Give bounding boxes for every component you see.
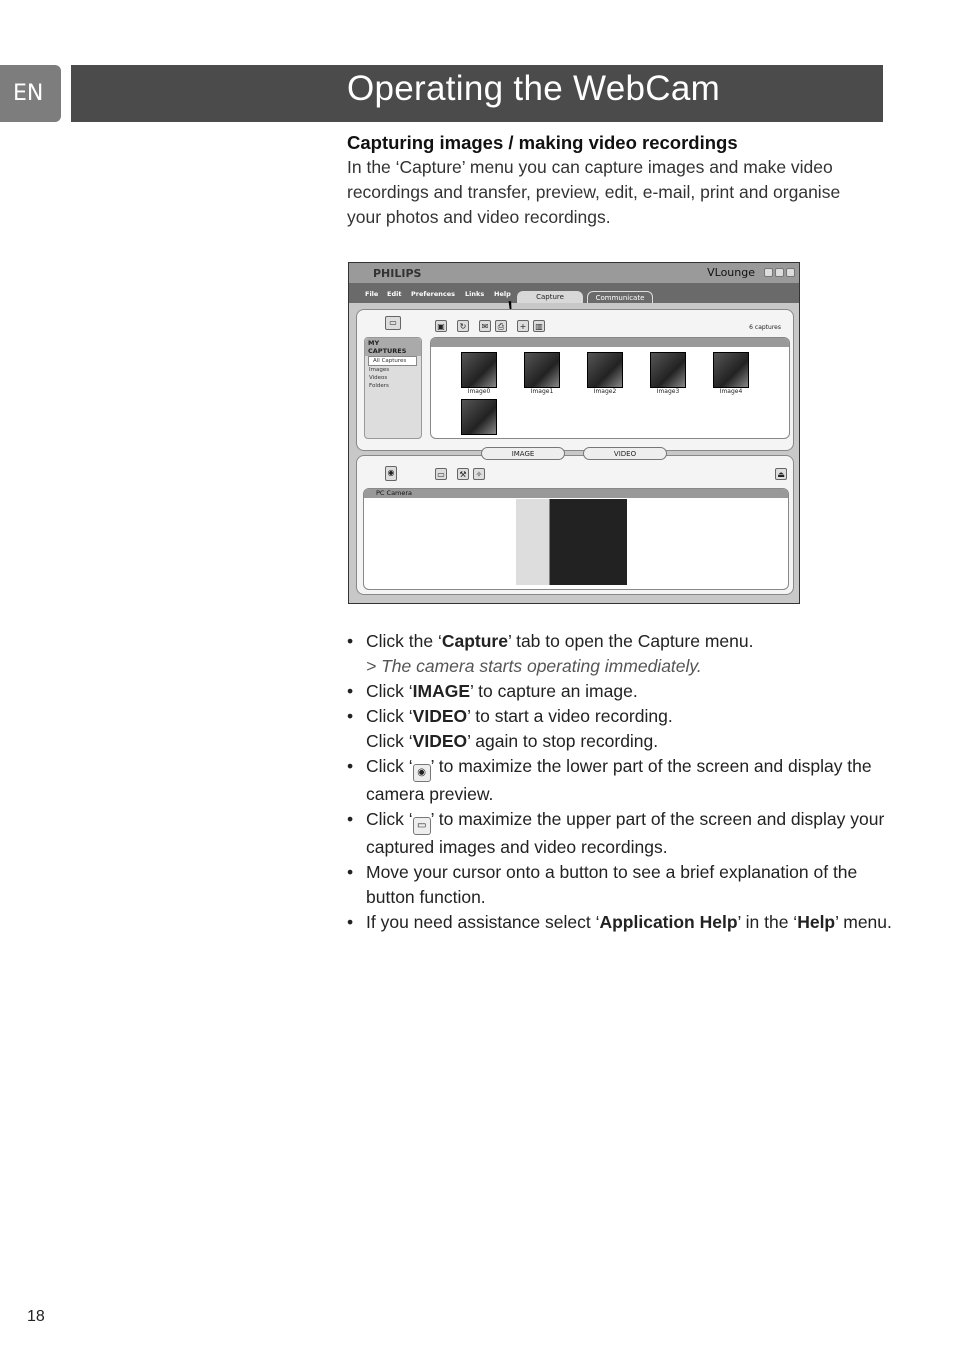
rotate-icon: ↻ bbox=[457, 320, 469, 332]
menu-bar: File Edit Preferences Links Help Capture… bbox=[349, 283, 799, 325]
effects-icon: ✧ bbox=[473, 468, 485, 480]
thumbnail bbox=[461, 399, 497, 435]
captures-count: 6 captures bbox=[749, 324, 781, 331]
sidebar-header: MY CAPTURES bbox=[365, 338, 421, 356]
language-tab: EN bbox=[0, 65, 61, 122]
camera-icon: ◉ bbox=[385, 466, 397, 481]
list-item: Click ‘VIDEO’ again to stop recording. bbox=[366, 731, 659, 751]
thumbnail: Image0 bbox=[461, 352, 497, 395]
image-button: IMAGE bbox=[481, 447, 565, 460]
list-item: Click ‘VIDEO’ to start a video recording… bbox=[347, 704, 907, 729]
monitor-icon: ▭ bbox=[385, 316, 401, 330]
thumbnail: Image4 bbox=[713, 352, 749, 395]
app-titlebar: PHILIPS VLounge bbox=[349, 263, 799, 283]
camera-preview: PC Camera bbox=[363, 488, 789, 590]
thumbnail-label: Image2 bbox=[593, 388, 617, 395]
list-item: If you need assistance select ‘Applicati… bbox=[347, 910, 907, 935]
tab-communicate: Communicate bbox=[587, 291, 653, 303]
philips-logo: PHILIPS bbox=[373, 267, 422, 280]
intro-paragraph: In the ‘Capture’ menu you can capture im… bbox=[347, 157, 841, 227]
minimize-icon bbox=[764, 268, 773, 277]
my-captures-sidebar: MY CAPTURES All Captures Images Videos F… bbox=[364, 337, 422, 439]
thumbnail: Image2 bbox=[587, 352, 623, 395]
preview-icon: ▣ bbox=[435, 320, 447, 332]
grid-header bbox=[431, 338, 789, 347]
captures-panel: ▭ ▣ ↻ ✉ ⎙ + ▥ 6 captures MY CAPTURES All… bbox=[356, 309, 794, 451]
tab-capture: Capture bbox=[517, 291, 583, 303]
camera-header: PC Camera bbox=[364, 489, 788, 498]
thumbnail-label: Image1 bbox=[530, 388, 554, 395]
camera-panel: ◉ ▭ ⚒ ✧ ⏏ PC Camera bbox=[356, 455, 794, 595]
list-item-note: > The camera starts operating immediatel… bbox=[366, 656, 702, 676]
thumbnail-label: Image0 bbox=[467, 388, 491, 395]
vlounge-screenshot: PHILIPS VLounge File Edit Preferences Li… bbox=[348, 262, 800, 604]
settings-wrench-icon: ⚒ bbox=[457, 468, 469, 480]
window-controls bbox=[764, 268, 795, 277]
trash-icon: ▥ bbox=[533, 320, 545, 332]
close-icon bbox=[786, 268, 795, 277]
print-icon: ⎙ bbox=[495, 320, 507, 332]
menu-preferences: Preferences bbox=[411, 290, 455, 298]
video-button: VIDEO bbox=[583, 447, 667, 460]
menu-edit: Edit bbox=[387, 290, 402, 298]
monitor-icon: ▭ bbox=[412, 817, 431, 835]
thumbnail: Image1 bbox=[524, 352, 560, 395]
list-item: Move your cursor onto a button to see a … bbox=[347, 860, 907, 910]
thumbnail-label: Image3 bbox=[656, 388, 680, 395]
eject-icon: ⏏ bbox=[775, 468, 787, 480]
captures-grid: Image0 Image1 Image2 Image3 Image4 bbox=[430, 337, 790, 439]
camera-icon: ◉ bbox=[412, 764, 431, 782]
list-item: Click ‘◉’ to maximize the lower part of … bbox=[347, 754, 907, 807]
window-title: VLounge bbox=[707, 266, 755, 279]
list-item: Click ‘▭’ to maximize the upper part of … bbox=[347, 807, 907, 860]
sidebar-item-folders: Folders bbox=[369, 383, 389, 389]
sidebar-item-images: Images bbox=[369, 367, 390, 373]
monitor-small-icon: ▭ bbox=[435, 468, 447, 480]
list-item: Click ‘IMAGE’ to capture an image. bbox=[347, 679, 907, 704]
menu-links: Links bbox=[465, 290, 485, 298]
maximize-icon bbox=[775, 268, 784, 277]
thumbnail: Image3 bbox=[650, 352, 686, 395]
section-heading: Capturing images / making video recordin… bbox=[347, 132, 738, 153]
list-item: Click the ‘Capture’ tab to open the Capt… bbox=[347, 629, 907, 654]
menu-file: File bbox=[365, 290, 379, 298]
page-number: 18 bbox=[27, 1308, 45, 1325]
page-title: Operating the WebCam bbox=[347, 69, 721, 108]
instruction-list: Click the ‘Capture’ tab to open the Capt… bbox=[347, 629, 907, 935]
email-icon: ✉ bbox=[479, 320, 491, 332]
camera-image bbox=[516, 499, 627, 585]
sidebar-item-all-captures: All Captures bbox=[368, 356, 417, 366]
thumbnail-label: Image4 bbox=[719, 388, 743, 395]
title-bar: Operating the WebCam bbox=[71, 65, 883, 122]
new-folder-icon: + bbox=[517, 320, 529, 332]
sidebar-item-videos: Videos bbox=[369, 375, 388, 381]
